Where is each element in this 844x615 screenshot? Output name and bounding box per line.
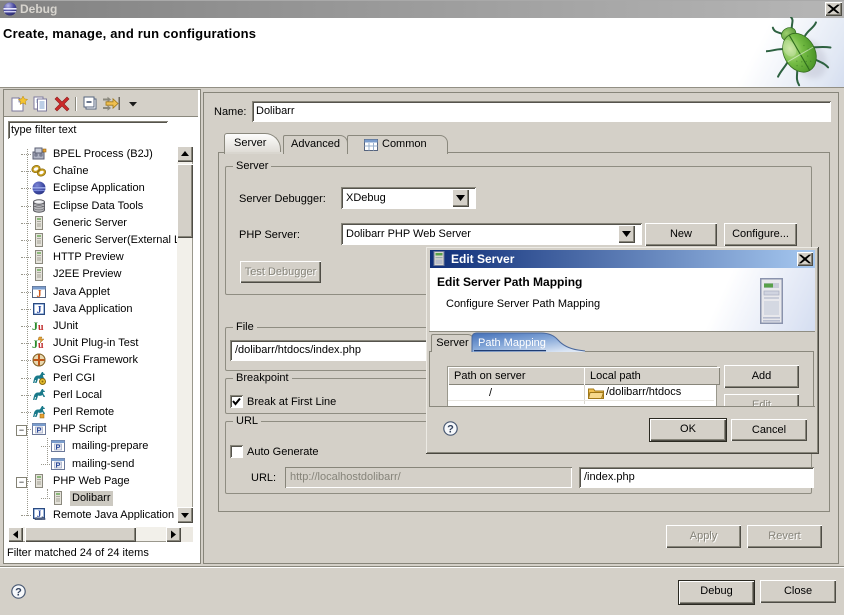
svg-text:P: P [55,461,60,470]
svg-text:?: ? [447,424,454,436]
svg-text:?: ? [15,587,22,599]
svg-text:J: J [37,305,42,316]
svg-text:P: P [36,426,41,435]
svg-text:Path Mapping: Path Mapping [478,337,546,349]
svg-text:J: J [37,289,42,300]
svg-text:P: P [55,443,60,452]
svg-text:u: u [38,322,44,333]
svg-text:J: J [37,509,42,519]
